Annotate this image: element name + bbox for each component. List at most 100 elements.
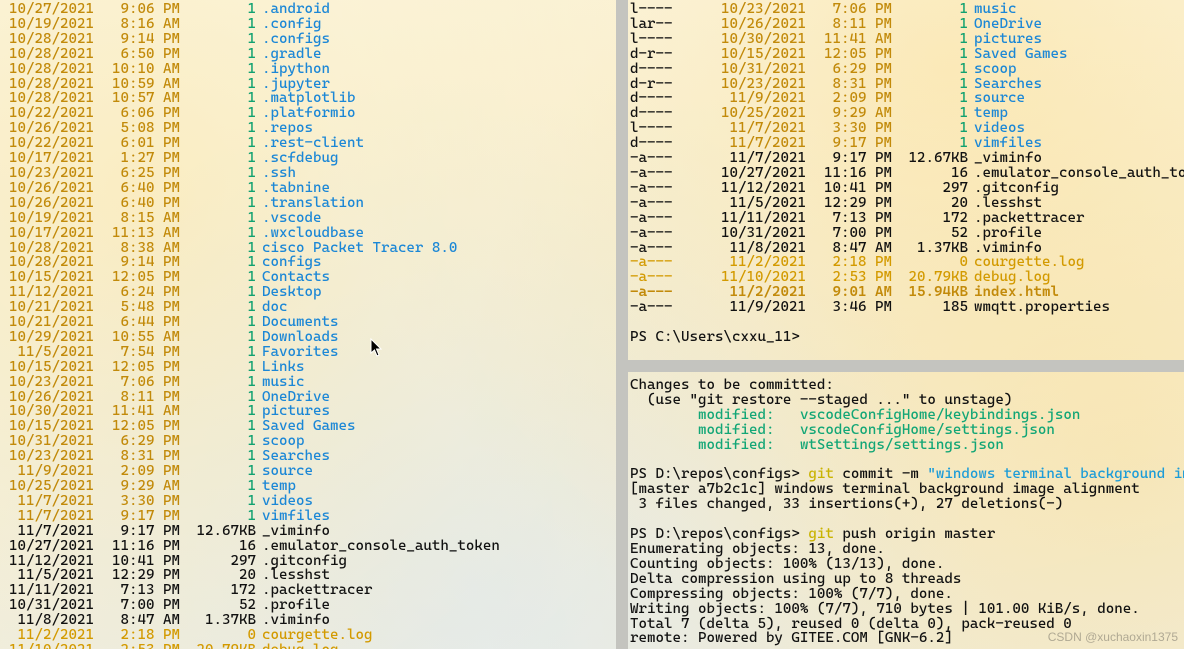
listing-row: -a---11/8/20218:47 AM1.37KB.viminfo: [630, 241, 1184, 256]
git-push-cmd[interactable]: PS D:\repos\configs> git push origin mas…: [630, 527, 1184, 542]
row-size: 1: [186, 315, 262, 330]
pane-separator-horizontal[interactable]: [616, 360, 1184, 372]
row-date: 10/23/2021: [2, 375, 104, 390]
row-size: 1: [186, 449, 262, 464]
row-name: debug.log: [262, 643, 338, 649]
row-name: Downloads: [262, 330, 338, 345]
row-date: 10/28/2021: [2, 47, 104, 62]
row-time: 9:17 PM: [104, 509, 186, 524]
git-modified-line: modified: vscodeConfigHome/settings.json: [630, 423, 1184, 438]
row-time: 11:41 AM: [816, 32, 898, 47]
row-date: 10/19/2021: [2, 17, 104, 32]
row-date: 10/31/2021: [2, 434, 104, 449]
row-mode: d----: [630, 91, 714, 106]
pane-separator-vertical[interactable]: [616, 0, 628, 649]
git-mod-file: vscodeConfigHome/keybindings.json: [800, 408, 1080, 423]
row-date: 11/11/2021: [2, 583, 104, 598]
row-date: 10/27/2021: [2, 2, 104, 17]
row-name: Documents: [262, 315, 338, 330]
row-size: 52: [898, 226, 974, 241]
row-date: 10/31/2021: [714, 62, 816, 77]
terminal-pane-right-bottom[interactable]: Changes to be committed: (use "git resto…: [630, 378, 1184, 649]
row-time: 6:40 PM: [104, 196, 186, 211]
row-size: 1: [898, 77, 974, 92]
row-time: 7:00 PM: [104, 598, 186, 613]
row-size: 1: [186, 285, 262, 300]
row-name: .ssh: [262, 166, 296, 181]
row-name: OneDrive: [974, 17, 1042, 32]
prompt-text: PS C:\Users\cxxu_11>: [630, 330, 800, 345]
row-time: 8:47 AM: [816, 241, 898, 256]
row-name: .ipython: [262, 62, 330, 77]
row-time: 2:09 PM: [104, 464, 186, 479]
git-command: git: [808, 527, 842, 542]
row-date: 11/7/2021: [714, 136, 816, 151]
row-date: 10/23/2021: [714, 2, 816, 17]
row-date: 10/26/2021: [2, 196, 104, 211]
terminal-pane-left[interactable]: 10/27/20219:06 PM1.android10/19/20218:16…: [2, 2, 612, 649]
row-date: 11/7/2021: [714, 151, 816, 166]
row-date: 10/19/2021: [2, 211, 104, 226]
row-size: 20: [186, 568, 262, 583]
listing-row: d----11/9/20212:09 PM1source: [630, 91, 1184, 106]
row-size: 1: [186, 404, 262, 419]
git-output-line: [master a7b2c1c] windows terminal backgr…: [630, 482, 1184, 497]
prompt-line[interactable]: PS C:\Users\cxxu_11>: [630, 330, 1184, 345]
row-name: _viminfo: [974, 151, 1042, 166]
row-name: .packettracer: [974, 211, 1084, 226]
row-mode: d----: [630, 62, 714, 77]
terminal-pane-right-top[interactable]: l----10/23/20217:06 PM1musiclar--10/26/2…: [630, 2, 1184, 356]
row-size: 12.67KB: [186, 524, 262, 539]
row-size: 1: [898, 121, 974, 136]
row-mode: -a---: [630, 181, 714, 196]
row-name: scoop: [974, 62, 1016, 77]
row-size: 16: [186, 539, 262, 554]
git-mod-label: modified:: [698, 423, 774, 438]
row-time: 6:29 PM: [104, 434, 186, 449]
row-name: configs: [262, 255, 321, 270]
listing-row: 10/23/20216:25 PM1.ssh: [2, 166, 612, 181]
listing-row: 10/17/202111:13 AM1.wxcloudbase: [2, 226, 612, 241]
row-date: 10/27/2021: [2, 539, 104, 554]
row-date: 10/25/2021: [714, 106, 816, 121]
row-time: 2:53 PM: [816, 270, 898, 285]
row-mode: -a---: [630, 226, 714, 241]
row-time: 1:27 PM: [104, 151, 186, 166]
row-date: 10/27/2021: [714, 166, 816, 181]
row-name: .gitconfig: [974, 181, 1059, 196]
listing-row: 11/7/20213:30 PM1videos: [2, 494, 612, 509]
row-time: 9:29 AM: [104, 479, 186, 494]
listing-row: 10/25/20219:29 AM1temp: [2, 479, 612, 494]
row-name: debug.log: [974, 270, 1050, 285]
row-name: .android: [262, 2, 330, 17]
row-date: 10/28/2021: [2, 62, 104, 77]
row-date: 10/23/2021: [2, 449, 104, 464]
row-size: 1: [898, 47, 974, 62]
row-size: 20.79KB: [898, 270, 974, 285]
listing-row: 10/15/202112:05 PM1Contacts: [2, 270, 612, 285]
listing-row: 10/21/20216:44 PM1Documents: [2, 315, 612, 330]
row-time: 8:38 AM: [104, 241, 186, 256]
row-time: 9:01 AM: [816, 285, 898, 300]
row-date: 10/26/2021: [2, 181, 104, 196]
git-modified-line: modified: vscodeConfigHome/keybindings.j…: [630, 408, 1184, 423]
git-modified-line: modified: wtSettings/settings.json: [630, 438, 1184, 453]
listing-row: 10/26/20216:40 PM1.translation: [2, 196, 612, 211]
listing-row: -a---11/7/20219:17 PM12.67KB_viminfo: [630, 151, 1184, 166]
row-time: 8:47 AM: [104, 613, 186, 628]
row-time: 10:55 AM: [104, 330, 186, 345]
listing-row: l----10/30/202111:41 AM1pictures: [630, 32, 1184, 47]
git-mod-label: modified:: [698, 438, 774, 453]
row-date: 10/22/2021: [2, 106, 104, 121]
row-size: 1: [186, 241, 262, 256]
row-mode: -a---: [630, 255, 714, 270]
listing-row: 10/19/20218:16 AM1.config: [2, 17, 612, 32]
row-time: 9:17 PM: [104, 524, 186, 539]
row-time: 11:16 PM: [816, 166, 898, 181]
row-size: 185: [898, 300, 974, 315]
row-date: 10/25/2021: [2, 479, 104, 494]
row-date: 10/31/2021: [714, 226, 816, 241]
row-time: 9:14 PM: [104, 255, 186, 270]
row-size: 0: [898, 255, 974, 270]
row-name: Favorites: [262, 345, 338, 360]
